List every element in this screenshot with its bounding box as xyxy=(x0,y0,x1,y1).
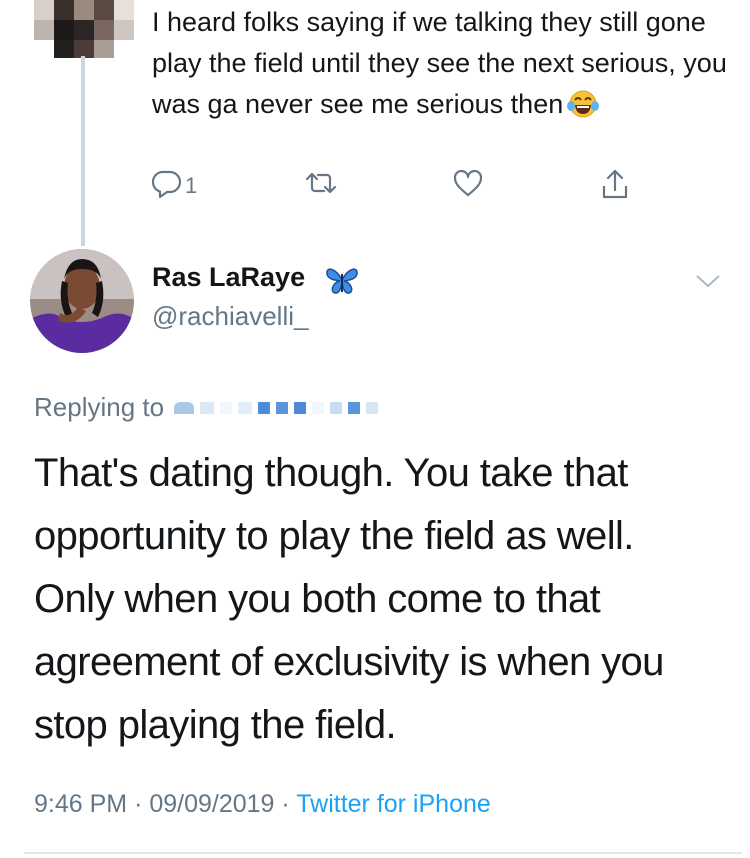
separator: · xyxy=(281,790,290,818)
reply-button[interactable]: 1 xyxy=(151,168,198,203)
replying-to: Replying to xyxy=(34,392,384,423)
retweet-button[interactable] xyxy=(304,168,338,203)
separator: · xyxy=(134,790,143,818)
tears-of-joy-emoji-icon xyxy=(567,89,600,131)
retweet-icon xyxy=(304,168,338,203)
heart-icon xyxy=(452,168,484,203)
reply-icon xyxy=(151,168,182,203)
redacted-mention[interactable] xyxy=(174,398,384,418)
user-handle[interactable]: @rachiavelli_ xyxy=(152,301,308,332)
share-button[interactable] xyxy=(600,168,630,205)
like-button[interactable] xyxy=(452,168,484,203)
tweet-time: 9:46 PM xyxy=(34,790,128,818)
chevron-down-icon[interactable] xyxy=(694,272,722,295)
butterfly-emoji-icon xyxy=(324,266,360,301)
parent-tweet-body: I heard folks saying if we talking they … xyxy=(152,7,727,119)
reply-count: 1 xyxy=(185,172,198,198)
tweet-body: That's dating though. You take that oppo… xyxy=(34,451,664,747)
parent-tweet-actions: 1 xyxy=(151,168,652,208)
divider xyxy=(24,852,742,854)
display-name[interactable]: Ras LaRaye xyxy=(152,262,305,293)
parent-tweet-text: I heard folks saying if we talking they … xyxy=(152,2,732,131)
avatar[interactable] xyxy=(30,249,134,353)
replying-to-label: Replying to xyxy=(34,392,165,422)
tweet-date: 09/09/2019 xyxy=(149,790,275,818)
tweet-metadata: 9:46 PM · 09/09/2019 · Twitter for iPhon… xyxy=(34,790,491,819)
thread-line xyxy=(81,56,85,246)
share-icon xyxy=(600,168,630,205)
pixelated-avatar[interactable] xyxy=(34,0,134,58)
tweet-source-link[interactable]: Twitter for iPhone xyxy=(296,790,491,818)
